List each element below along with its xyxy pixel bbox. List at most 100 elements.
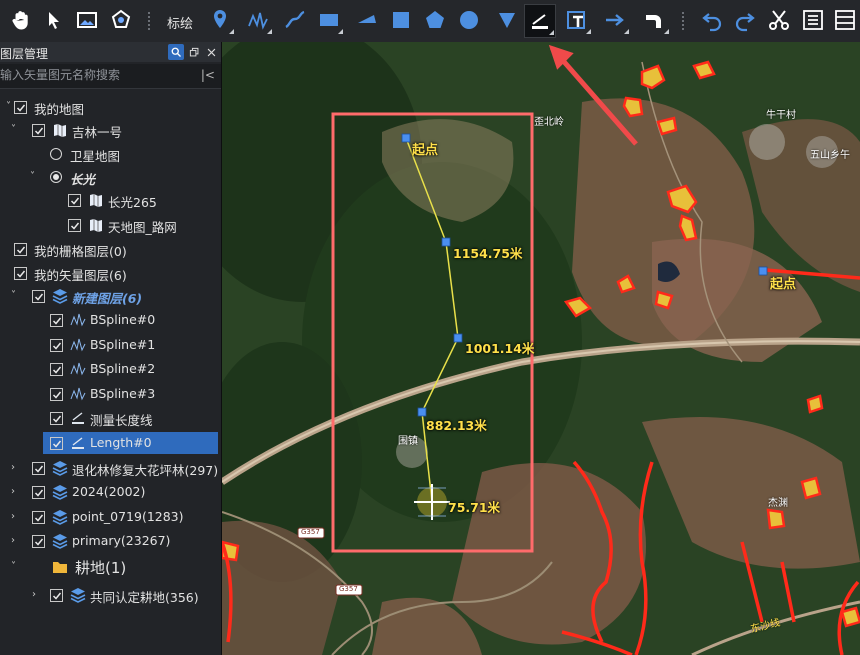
table-view-icon[interactable] <box>830 4 860 36</box>
edit-polygon-icon[interactable] <box>106 4 136 36</box>
expand-arrow-icon[interactable]: ˅ <box>11 561 16 572</box>
search-icon[interactable] <box>168 44 184 60</box>
tree-row[interactable]: Length#0 <box>43 432 218 454</box>
tree-row[interactable]: BSpline#2 <box>0 358 220 380</box>
collapse-arrow-icon[interactable]: › <box>11 511 15 522</box>
collapse-arrow-icon[interactable]: › <box>32 589 36 600</box>
float-window-icon[interactable] <box>186 44 202 60</box>
tree-row[interactable]: ˅ 吉林一号 <box>0 119 220 141</box>
layer-checkbox[interactable] <box>68 219 81 232</box>
map-icon <box>88 217 104 233</box>
layer-checkbox[interactable] <box>32 124 45 137</box>
tree-row[interactable]: 我的矢量图层(6) <box>0 262 220 284</box>
tree-label: 退化林修复大花坪林(297) <box>72 463 219 478</box>
tree-row[interactable]: › 2024(2002) <box>0 481 220 503</box>
collapse-panel-icon[interactable]: |< <box>201 68 215 82</box>
layer-checkbox[interactable] <box>50 339 63 352</box>
tree-label: 我的地图 <box>34 102 85 117</box>
measure-icon <box>70 410 86 426</box>
radio-button[interactable] <box>50 171 62 183</box>
bend-arrow-icon[interactable] <box>640 4 670 36</box>
place-label: 杰渊 <box>768 498 788 509</box>
tree-row[interactable]: 测量长度线 <box>0 407 220 429</box>
road-shield-label: G357 <box>301 528 320 536</box>
tree-row[interactable]: 长光265 <box>0 189 220 211</box>
tree-label: 卫星地图 <box>70 149 121 164</box>
toolbar-separator <box>682 12 685 30</box>
select-arrow-icon[interactable] <box>38 4 68 36</box>
tree-row[interactable]: ˅ 新建图层(6) <box>0 285 220 307</box>
tree-label: 我的矢量图层(6) <box>34 268 127 283</box>
tree-row[interactable]: 天地图_路网 <box>0 214 220 236</box>
layer-checkbox[interactable] <box>50 437 63 450</box>
map-view[interactable]: 起点 1154.75米 1001.14米 882.13米 75.71米 起点 歪… <box>222 42 860 655</box>
layer-checkbox[interactable] <box>14 101 27 114</box>
pentagon-icon[interactable] <box>420 4 450 36</box>
expand-arrow-icon[interactable]: ˅ <box>6 101 11 112</box>
layer-checkbox[interactable] <box>50 388 63 401</box>
layer-checkbox[interactable] <box>32 511 45 524</box>
image-map-icon[interactable] <box>72 4 102 36</box>
tree-row[interactable]: BSpline#1 <box>0 334 220 356</box>
tree-row[interactable]: › 共同认定耕地(356) <box>0 584 220 606</box>
pin-shape-icon[interactable] <box>492 4 522 36</box>
close-icon[interactable] <box>203 44 219 60</box>
tree-label: 长光265 <box>108 195 157 210</box>
redo-icon[interactable] <box>730 4 760 36</box>
undo-icon[interactable] <box>697 4 727 36</box>
tree-row[interactable]: ˅ 耕地(1) <box>0 556 220 578</box>
layer-checkbox[interactable] <box>14 267 27 280</box>
tree-row[interactable]: › primary(23267) <box>0 530 220 552</box>
search-input[interactable] <box>0 66 196 84</box>
collapse-arrow-icon[interactable]: › <box>11 535 15 546</box>
layer-checkbox[interactable] <box>50 589 63 602</box>
list-view-icon[interactable] <box>798 4 828 36</box>
text-box-icon[interactable] <box>562 4 592 36</box>
spline-icon <box>70 386 86 402</box>
tree-row[interactable]: 卫星地图 <box>0 143 220 165</box>
layers-icon <box>52 460 68 476</box>
cut-icon[interactable] <box>764 4 794 36</box>
tree-row[interactable]: › point_0719(1283) <box>0 506 220 528</box>
tree-row[interactable]: 我的栅格图层(0) <box>0 238 220 260</box>
layer-checkbox[interactable] <box>32 290 45 303</box>
curve-line-icon[interactable] <box>280 4 310 36</box>
layer-checkbox[interactable] <box>50 314 63 327</box>
measure-length-icon[interactable] <box>524 4 556 38</box>
circle-icon[interactable] <box>454 4 484 36</box>
spline-icon <box>70 312 86 328</box>
layer-checkbox[interactable] <box>14 243 27 256</box>
tree-label: BSpline#2 <box>90 361 156 376</box>
radio-button[interactable] <box>50 148 62 160</box>
layer-checkbox[interactable] <box>68 194 81 207</box>
layer-checkbox[interactable] <box>32 462 45 475</box>
expand-arrow-icon[interactable]: ˅ <box>11 124 16 135</box>
layer-checkbox[interactable] <box>32 486 45 499</box>
freehand-line-icon[interactable] <box>243 4 273 36</box>
tree-label: BSpline#1 <box>90 337 156 352</box>
layer-checkbox[interactable] <box>50 412 63 425</box>
layer-checkbox[interactable] <box>32 535 45 548</box>
start-label-2: 起点 <box>770 277 797 292</box>
tree-row[interactable]: BSpline#3 <box>0 383 220 405</box>
collapse-arrow-icon[interactable]: › <box>11 462 15 473</box>
place-label: 牛干村 <box>766 110 796 121</box>
tree-row[interactable]: › 退化林修复大花坪林(297) <box>0 457 220 479</box>
pan-hand-icon[interactable] <box>6 4 36 36</box>
rectangle-icon[interactable] <box>314 4 344 36</box>
tree-label: 吉林一号 <box>72 125 123 140</box>
square-icon[interactable] <box>386 4 416 36</box>
tree-row[interactable]: ˅ 长光 <box>0 166 220 188</box>
tree-row[interactable]: BSpline#0 <box>0 309 220 331</box>
sector-icon[interactable] <box>352 4 382 36</box>
arrow-line-icon[interactable] <box>600 4 630 36</box>
point-pin-icon[interactable] <box>205 4 235 36</box>
layer-panel: 图层管理 |< ˅ 我的地图 ˅ 吉林一号卫星地图 ˅ 长光长光265 天地图_路网我的栅格… <box>0 42 222 655</box>
expand-arrow-icon[interactable]: ˅ <box>30 171 35 182</box>
tree-label: 我的栅格图层(0) <box>34 244 127 259</box>
tree-label: 测量长度线 <box>90 413 153 428</box>
collapse-arrow-icon[interactable]: › <box>11 486 15 497</box>
tree-row[interactable]: ˅ 我的地图 <box>0 96 220 118</box>
expand-arrow-icon[interactable]: ˅ <box>11 290 16 301</box>
layer-checkbox[interactable] <box>50 363 63 376</box>
